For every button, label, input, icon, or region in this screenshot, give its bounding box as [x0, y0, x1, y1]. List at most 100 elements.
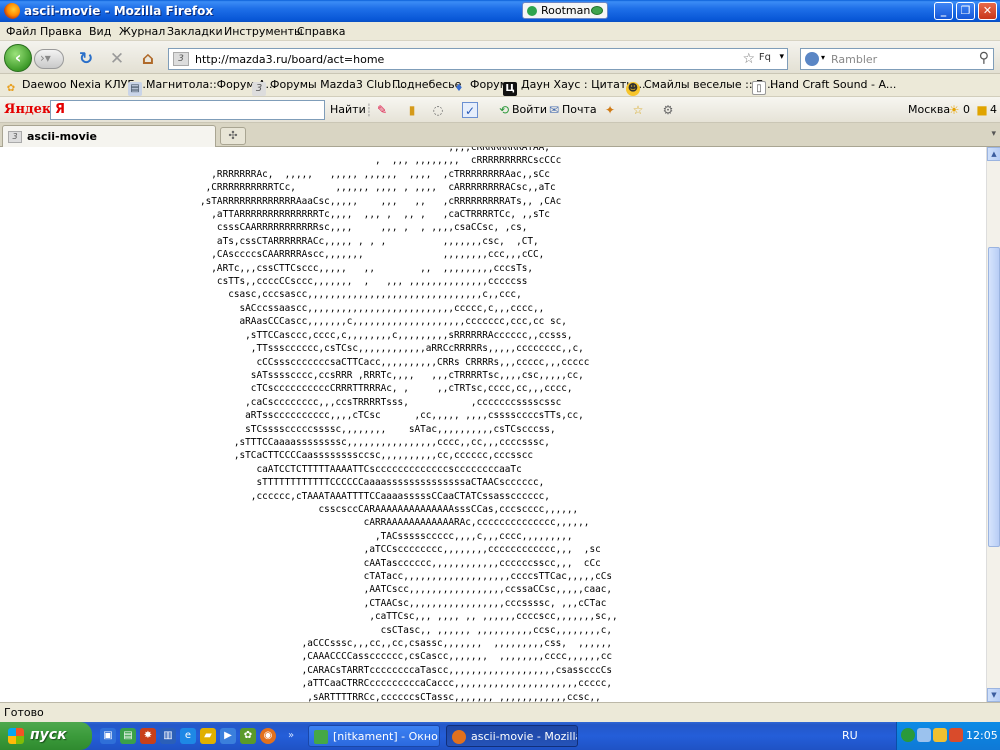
tray-volume-icon[interactable]	[933, 728, 947, 742]
menu-bar: Файл Правка Вид Журнал Закладки Инструме…	[0, 22, 1000, 41]
page-icon: ▤	[128, 82, 142, 96]
bookmark-podnebesye[interactable]: Поднебесье	[392, 78, 461, 91]
ascii-art: ,,,,cRRRRRRRRATAA, , ,,, ,,,,,,,, cRRRRR…	[200, 147, 618, 702]
weather-count: 0	[963, 103, 970, 116]
url-dropdown-icon[interactable]: ▾	[779, 52, 784, 62]
settings-gear-icon[interactable]: ⚙	[660, 102, 676, 118]
show-desktop-icon[interactable]: ▣	[100, 728, 116, 744]
maximize-button[interactable]: ❐	[956, 2, 975, 20]
stop-icon[interactable]: ✕	[107, 49, 127, 69]
quicklaunch-expand-icon[interactable]: »	[283, 728, 299, 744]
signal-bars-icon[interactable]: ▮	[404, 102, 420, 118]
yandex-mail-button[interactable]: Почта	[562, 103, 597, 116]
site-favicon-icon: 3	[173, 52, 189, 66]
menu-history[interactable]: Журнал	[119, 25, 165, 38]
menu-bookmarks[interactable]: Закладки	[167, 25, 223, 38]
tray-monitor-icon[interactable]	[917, 728, 931, 742]
taskbar: пуск ▣ ▤ ✸ ▥ e ▰ ▶ ✿ ◉ » [nitkament] - О…	[0, 722, 1000, 750]
pen-icon[interactable]: ✎	[374, 102, 390, 118]
forward-button[interactable]: ›▾	[34, 49, 64, 69]
page-content: ,,,,cRRRRRRRRATAA, , ,,, ,,,,,,,, cRRRRR…	[0, 147, 986, 702]
url-bar[interactable]: 3 http://mazda3.ru/board/act=home ☆ Fq ▾	[168, 48, 788, 70]
scroll-down-icon[interactable]: ▼	[987, 688, 1000, 702]
yandex-city[interactable]: Москва	[908, 103, 950, 116]
mail-icon[interactable]: ✉	[546, 102, 562, 118]
search-engine-dropdown-icon[interactable]: ▾	[821, 53, 825, 62]
taskbar-button-firefox[interactable]: ascii-movie - Mozilla Fi...	[446, 725, 578, 747]
status-bar: Готово	[0, 702, 1000, 722]
windows-flag-icon	[8, 728, 24, 744]
menu-tools[interactable]: Инструменты	[224, 25, 303, 38]
bookmark-forum[interactable]: ♦ Форум	[452, 78, 508, 96]
internet-explorer-icon[interactable]: e	[180, 728, 196, 744]
user-status-icon	[527, 6, 537, 16]
chat-window-icon	[314, 730, 328, 744]
weather-sun-icon[interactable]: ☀	[946, 102, 962, 118]
user-badge-label: Rootman	[541, 4, 591, 17]
reload-icon[interactable]: ↻	[76, 49, 96, 69]
tray-network-icon[interactable]	[901, 728, 915, 742]
quicklaunch-app-icon[interactable]: ▤	[120, 728, 136, 744]
speech-icon[interactable]: ◌	[430, 102, 446, 118]
smiley-icon: ☻	[626, 82, 640, 96]
login-icon[interactable]: ⟲	[496, 102, 512, 118]
menu-help[interactable]: Справка	[297, 25, 345, 38]
search-engine-icon[interactable]	[805, 52, 819, 66]
menu-view[interactable]: Вид	[89, 25, 111, 38]
quicklaunch-tool-icon[interactable]: ✸	[140, 728, 156, 744]
vertical-scrollbar[interactable]: ▲ ▼	[986, 147, 1000, 702]
new-tab-button[interactable]: ✣	[220, 127, 246, 145]
tab-ascii-movie[interactable]: 3 ascii-movie	[2, 125, 216, 147]
menu-edit[interactable]: Правка	[40, 25, 82, 38]
mazda3-icon: 3	[252, 82, 266, 96]
firefox-quicklaunch-icon[interactable]: ◉	[260, 728, 276, 744]
spellcheck-icon[interactable]: ✓	[462, 102, 478, 118]
document-icon: ▯	[752, 81, 766, 95]
favorites-star-icon[interactable]: ☆	[630, 102, 646, 118]
tray-security-icon[interactable]	[949, 728, 963, 742]
bookmarks-bar: ✿ Daewoo Nexia КЛУБ -... ▤ Магнитола::Фору…	[0, 74, 1000, 97]
user-badge[interactable]: Rootman	[522, 2, 608, 19]
start-button[interactable]: пуск	[0, 722, 92, 750]
yandex-toolbar: Яндекс Я Найти ┊ ✎ ▮ ◌ ✓ ⟲ Войти ✉ Почта…	[0, 97, 1000, 123]
search-icon[interactable]: ⚲	[979, 50, 989, 66]
status-text: Готово	[4, 706, 44, 719]
search-bar[interactable]: ▾ Rambler ⚲	[800, 48, 994, 70]
yandex-search-input[interactable]: Я	[50, 100, 325, 120]
bookmark-star-icon[interactable]: ☆	[742, 51, 755, 67]
language-indicator[interactable]: RU	[842, 729, 858, 742]
scroll-up-icon[interactable]: ▲	[987, 147, 1000, 161]
search-placeholder[interactable]: Rambler	[831, 53, 877, 66]
yandex-y-icon: Я	[55, 102, 66, 117]
window-title: ascii-movie - Mozilla Firefox	[24, 4, 214, 18]
url-text[interactable]: http://mazda3.ru/board/act=home	[195, 53, 384, 66]
eye-icon	[591, 6, 603, 15]
ts-icon: Ц	[503, 82, 517, 96]
bookmark-hand-craft[interactable]: ▯ Hand Craft Sound - A...	[752, 78, 896, 95]
navigation-toolbar: ‹ ›▾ ↻ ✕ ⌂ 3 http://mazda3.ru/board/act=…	[0, 41, 1000, 74]
yandex-login-button[interactable]: Войти	[512, 103, 547, 116]
drop-icon: ♦	[454, 83, 464, 94]
feed-label[interactable]: Fq	[759, 52, 771, 63]
quicklaunch-leaf-icon[interactable]: ✿	[240, 728, 256, 744]
menu-file[interactable]: Файл	[6, 25, 36, 38]
tab-list-icon[interactable]: ▾	[991, 129, 996, 139]
bookmark-mazda3[interactable]: 3 Форумы Mazda3 Club ...	[252, 78, 405, 96]
back-button[interactable]: ‹	[4, 44, 32, 72]
tab-label: ascii-movie	[27, 130, 98, 143]
quicklaunch-window-icon[interactable]: ▥	[160, 728, 176, 744]
firefox-task-icon	[452, 730, 466, 744]
notification-count: 4	[990, 103, 997, 116]
home-icon[interactable]: ⌂	[138, 49, 158, 69]
scroll-thumb[interactable]	[988, 247, 1000, 547]
notification-icon[interactable]: ■	[974, 102, 990, 118]
close-button[interactable]: ✕	[978, 2, 997, 20]
folder-icon[interactable]: ▰	[200, 728, 216, 744]
puzzle-icon[interactable]: ✦	[602, 102, 618, 118]
media-player-icon[interactable]: ▶	[220, 728, 236, 744]
minimize-button[interactable]: _	[934, 2, 953, 20]
tab-bar: 3 ascii-movie ✣ ▾	[0, 123, 1000, 147]
taskbar-button-nitkament[interactable]: [nitkament] - Окно с...	[308, 725, 440, 747]
title-bar: ascii-movie - Mozilla Firefox Rootman _ …	[0, 0, 1000, 22]
clock[interactable]: 12:05	[966, 729, 998, 742]
